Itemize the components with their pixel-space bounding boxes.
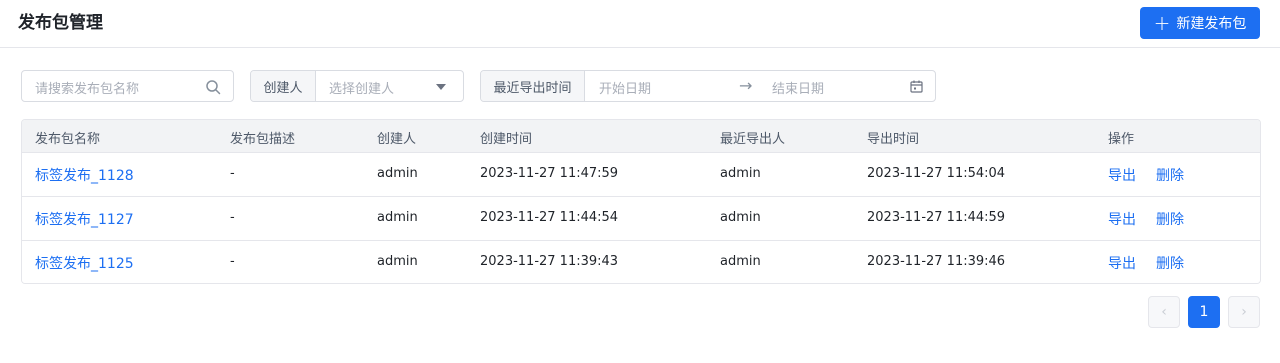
table-row: 标签发布_1128 - admin 2023-11-27 11:47:59 ad… [22, 153, 1260, 197]
table-row: 标签发布_1127 - admin 2023-11-27 11:44:54 ad… [22, 197, 1260, 241]
calendar-icon [910, 80, 923, 93]
column-header-name: 发布包名称 [35, 132, 101, 147]
package-description: - [230, 210, 235, 225]
created-time-cell: 2023-11-27 11:44:54 [480, 210, 619, 225]
export-date-range-picker[interactable]: 最近导出时间 开始日期 → 结束日期 [480, 70, 936, 102]
next-page-button[interactable]: › [1228, 296, 1260, 328]
creator-cell: admin [377, 166, 418, 181]
package-name-link[interactable]: 标签发布_1125 [35, 253, 134, 273]
column-header-creator: 创建人 [377, 132, 417, 147]
create-package-button[interactable]: + 新建发布包 [1140, 7, 1260, 39]
export-button[interactable]: 导出 [1108, 253, 1136, 273]
creator-cell: admin [377, 210, 418, 225]
prev-page-button[interactable]: ‹ [1148, 296, 1180, 328]
page-1-button[interactable]: 1 [1188, 296, 1220, 328]
arrow-right-icon: → [739, 76, 753, 95]
column-header-last-exporter: 最近导出人 [720, 132, 786, 147]
package-description: - [230, 254, 235, 269]
end-date-input[interactable]: 结束日期 [772, 78, 824, 97]
export-button[interactable]: 导出 [1108, 165, 1136, 185]
package-name-link[interactable]: 标签发布_1127 [35, 209, 134, 229]
export-time-cell: 2023-11-27 11:54:04 [867, 166, 1006, 181]
creator-placeholder: 选择创建人 [329, 82, 395, 97]
start-date-input[interactable]: 开始日期 [599, 78, 651, 97]
package-name-link[interactable]: 标签发布_1128 [35, 165, 134, 185]
create-package-label: 新建发布包 [1176, 16, 1247, 32]
table-row: 标签发布_1125 - admin 2023-11-27 11:39:43 ad… [22, 241, 1260, 283]
creator-label: 创建人 [251, 71, 316, 101]
delete-button[interactable]: 删除 [1156, 209, 1184, 229]
package-table: 发布包名称 发布包描述 创建人 创建时间 最近导出人 导出时间 操作 标签发布_… [21, 119, 1261, 284]
table-header: 发布包名称 发布包描述 创建人 创建时间 最近导出人 导出时间 操作 [22, 120, 1260, 153]
filter-bar: 请搜索发布包名称 创建人 选择创建人 最近导出时间 开始日期 → 结束日期 [0, 70, 1280, 102]
export-time-cell: 2023-11-27 11:39:46 [867, 254, 1006, 269]
column-header-actions: 操作 [1108, 132, 1135, 147]
last-exporter-cell: admin [720, 210, 761, 225]
delete-button[interactable]: 删除 [1156, 165, 1184, 185]
search-input[interactable]: 请搜索发布包名称 [21, 70, 234, 102]
column-header-export-time: 导出时间 [867, 132, 920, 147]
export-button[interactable]: 导出 [1108, 209, 1136, 229]
plus-icon: + [1153, 11, 1171, 35]
date-range-label: 最近导出时间 [481, 71, 585, 101]
last-exporter-cell: admin [720, 166, 761, 181]
creator-select[interactable]: 创建人 选择创建人 [250, 70, 464, 102]
page-title: 发布包管理 [18, 13, 103, 33]
column-header-description: 发布包描述 [230, 132, 296, 147]
search-placeholder: 请搜索发布包名称 [35, 82, 140, 97]
search-icon [206, 80, 221, 95]
delete-button[interactable]: 删除 [1156, 253, 1184, 273]
caret-down-icon [436, 84, 446, 90]
export-time-cell: 2023-11-27 11:44:59 [867, 210, 1006, 225]
created-time-cell: 2023-11-27 11:47:59 [480, 166, 619, 181]
package-description: - [230, 166, 235, 181]
created-time-cell: 2023-11-27 11:39:43 [480, 254, 619, 269]
column-header-created-time: 创建时间 [480, 132, 533, 147]
page-header: 发布包管理 + 新建发布包 [0, 0, 1280, 48]
last-exporter-cell: admin [720, 254, 761, 269]
creator-cell: admin [377, 254, 418, 269]
